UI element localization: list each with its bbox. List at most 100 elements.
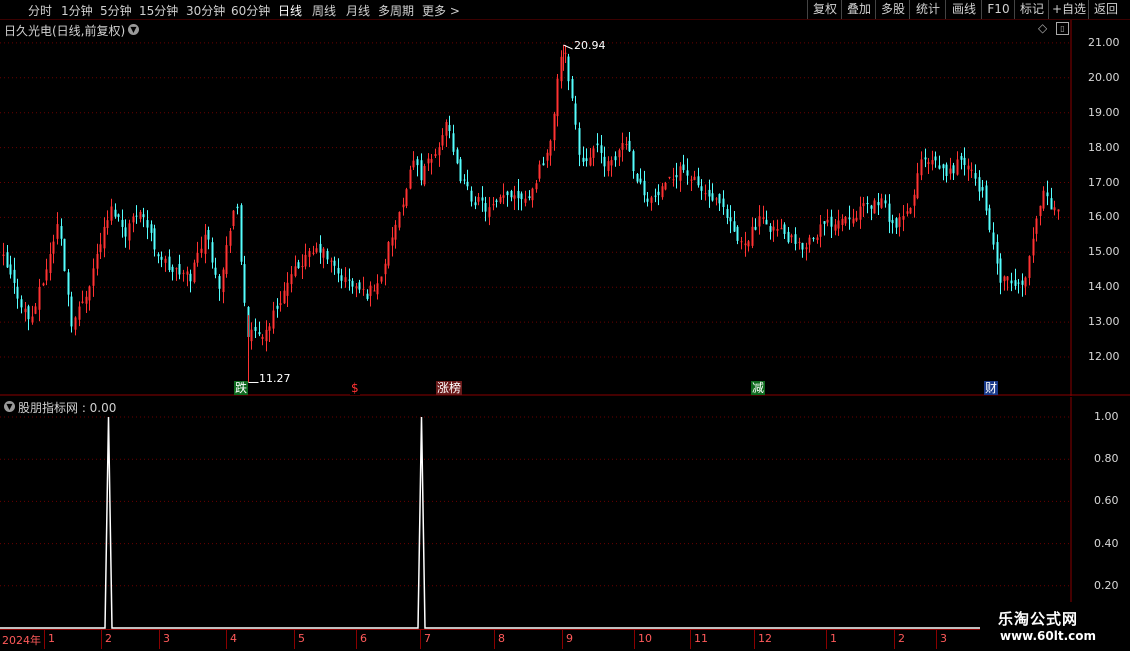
candle xyxy=(200,236,203,258)
candle xyxy=(1024,276,1027,296)
candle xyxy=(243,255,246,307)
candle xyxy=(520,191,523,211)
candle-body xyxy=(456,149,459,164)
event-marker-zhangbang[interactable]: 涨榜 xyxy=(436,381,463,395)
period-tab-multi[interactable]: 多周期 xyxy=(378,2,414,19)
period-tab-monthly[interactable]: 月线 xyxy=(346,2,370,19)
candle-body xyxy=(186,271,189,275)
candle-body xyxy=(218,276,221,289)
candle-body xyxy=(960,156,963,160)
time-tick-label: 10 xyxy=(638,632,652,645)
candle xyxy=(780,218,783,230)
candle-body xyxy=(488,207,491,217)
candle xyxy=(9,255,12,279)
event-marker-die[interactable]: 跌 xyxy=(234,381,249,395)
candle xyxy=(214,257,217,279)
overlay-button[interactable]: 叠加 xyxy=(841,0,876,19)
candle xyxy=(819,215,822,248)
candle xyxy=(42,282,45,287)
candle-body xyxy=(715,198,718,200)
candle xyxy=(801,242,804,258)
price-tick-label: 17.00 xyxy=(1088,175,1120,189)
candle-body xyxy=(495,200,498,202)
candle xyxy=(664,181,667,191)
candle-body xyxy=(13,269,16,283)
candle xyxy=(1006,275,1009,291)
back-button[interactable]: 返回 xyxy=(1088,0,1123,19)
event-marker-jian[interactable]: 减 xyxy=(751,381,766,395)
candle-body xyxy=(924,157,927,160)
candle xyxy=(754,218,757,231)
period-tab-15min[interactable]: 15分钟 xyxy=(139,2,178,19)
candle-body xyxy=(178,264,181,275)
candle-body xyxy=(891,220,894,224)
candle-body xyxy=(286,282,289,296)
candle-body xyxy=(578,128,581,155)
candle-body xyxy=(585,158,588,162)
candle xyxy=(1028,255,1031,286)
period-tab-weekly[interactable]: 周线 xyxy=(312,2,336,19)
candle-body xyxy=(1010,280,1013,284)
candle-body xyxy=(873,200,876,214)
period-tab-more[interactable]: 更多 > xyxy=(422,2,460,19)
candle-body xyxy=(78,306,81,320)
candle-body xyxy=(718,193,721,204)
candle xyxy=(949,157,952,180)
period-tab-5min[interactable]: 5分钟 xyxy=(100,2,132,19)
candle xyxy=(135,205,138,224)
multi-stock-button[interactable]: 多股 xyxy=(875,0,910,19)
time-tick-label: 4 xyxy=(230,632,237,645)
candle-body xyxy=(625,144,628,146)
candle xyxy=(222,267,225,304)
period-tab-1min[interactable]: 1分钟 xyxy=(61,2,93,19)
candle xyxy=(596,133,599,153)
period-tab-60min[interactable]: 60分钟 xyxy=(231,2,270,19)
candle-body xyxy=(34,306,37,314)
period-tab-daily[interactable]: 日线 xyxy=(278,2,302,19)
candle xyxy=(855,210,858,222)
candle-body xyxy=(506,191,509,196)
candle-body xyxy=(834,224,837,231)
candle-body xyxy=(632,151,635,172)
candle-body xyxy=(477,196,480,202)
candle xyxy=(675,162,678,189)
period-tab-30min[interactable]: 30分钟 xyxy=(186,2,225,19)
candle xyxy=(690,175,693,191)
candle-body xyxy=(592,148,595,158)
candle-body xyxy=(812,238,815,240)
candle-body xyxy=(621,143,624,150)
candle xyxy=(960,152,963,170)
candle xyxy=(898,213,901,237)
candle xyxy=(452,124,455,156)
candle xyxy=(175,267,178,281)
indicator-chart[interactable] xyxy=(0,397,1130,629)
draw-line-button[interactable]: 画线 xyxy=(945,0,982,19)
candle-body xyxy=(582,157,585,162)
price-tick-label: 18.00 xyxy=(1088,140,1120,154)
candle xyxy=(718,193,721,212)
add-watchlist-button[interactable]: +自选 xyxy=(1048,0,1089,19)
candle-body xyxy=(412,160,415,168)
candle-body xyxy=(463,179,466,181)
f10-button[interactable]: F10 xyxy=(981,0,1015,19)
event-marker-dollar[interactable]: $ xyxy=(350,381,360,395)
time-tick-mark xyxy=(226,630,227,649)
candle-body xyxy=(801,242,804,250)
candle-body xyxy=(470,190,473,202)
event-marker-cai[interactable]: 财 xyxy=(984,381,999,395)
candle xyxy=(668,176,671,180)
candle-body xyxy=(722,198,725,207)
candle-body xyxy=(823,221,826,224)
mark-button[interactable]: 标记 xyxy=(1014,0,1049,19)
candle xyxy=(880,193,883,209)
candle xyxy=(445,119,448,147)
candle-body xyxy=(466,181,469,187)
candle xyxy=(805,242,808,261)
candle xyxy=(632,149,635,179)
statistics-button[interactable]: 统计 xyxy=(909,0,946,19)
candlestick-chart[interactable] xyxy=(0,20,1130,396)
price-tick-label: 13.00 xyxy=(1088,315,1120,329)
fuquan-button[interactable]: 复权 xyxy=(807,0,842,19)
period-tab-fenshi[interactable]: 分时 xyxy=(28,2,52,19)
candle xyxy=(848,205,851,230)
